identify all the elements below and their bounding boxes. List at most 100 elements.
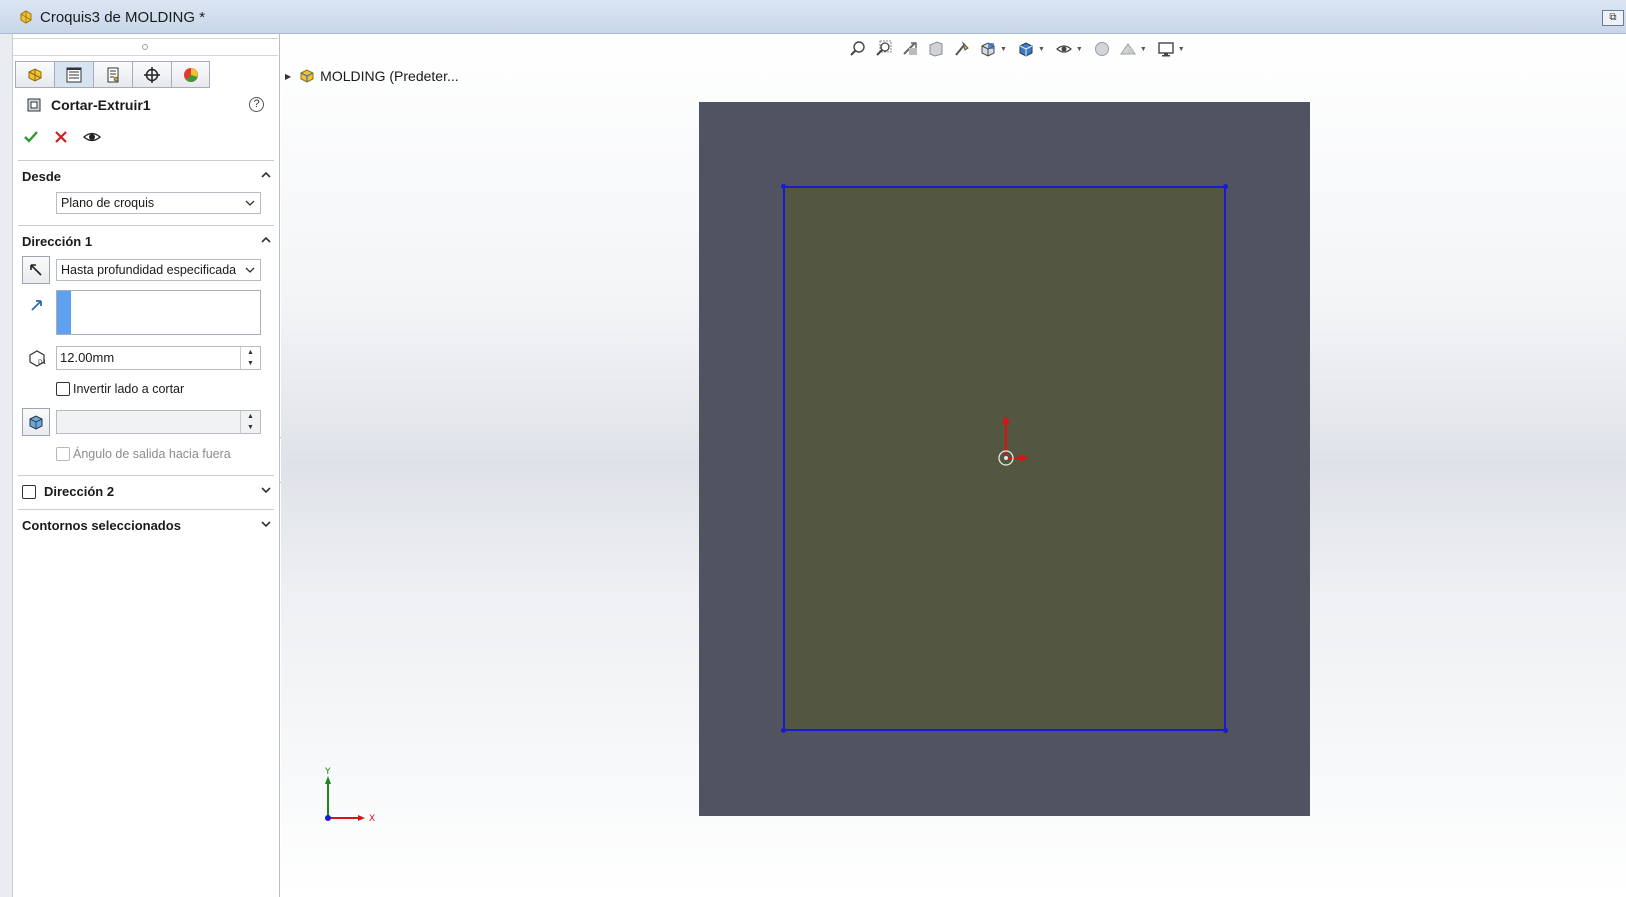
tab-configuration-manager[interactable] xyxy=(93,61,132,88)
chevron-down-icon xyxy=(245,267,255,273)
cut-extrude-icon xyxy=(27,98,41,112)
tab-property-manager[interactable] xyxy=(54,61,93,88)
display-style-button[interactable] xyxy=(1015,38,1037,60)
hide-show-icon xyxy=(1055,45,1072,53)
tab-display-manager[interactable] xyxy=(171,61,210,88)
annotation-icon xyxy=(955,41,969,56)
section-direccion2-label: Dirección 2 xyxy=(44,484,115,499)
depth-input[interactable]: 12.00mm ▲ ▼ xyxy=(56,346,261,370)
window-restore-button[interactable]: ⧉ xyxy=(1602,10,1624,26)
reverse-direction-button[interactable] xyxy=(22,256,50,284)
flip-side-checkbox[interactable]: Invertir lado a cortar xyxy=(56,382,184,396)
dynamic-annotation-button[interactable] xyxy=(951,38,973,60)
desde-select[interactable]: Plano de croquis xyxy=(56,192,261,214)
section-contornos: Contornos seleccionados xyxy=(18,509,274,543)
expand-arrow-icon[interactable]: ▶ xyxy=(285,72,291,81)
sketch-corner-point[interactable] xyxy=(781,184,786,189)
panel-splitter[interactable] xyxy=(13,38,278,56)
section-direccion2: Dirección 2 xyxy=(18,475,274,509)
dropdown-arrow-icon[interactable]: ▼ xyxy=(1178,46,1185,53)
previous-view-button[interactable] xyxy=(899,38,921,60)
tab-dimxpert-manager[interactable] xyxy=(132,61,171,88)
checkbox-box[interactable] xyxy=(56,382,70,396)
sketch-corner-point[interactable] xyxy=(781,728,786,733)
selection-focus-bar xyxy=(57,291,71,334)
part-icon xyxy=(300,69,314,83)
edit-appearance-button[interactable] xyxy=(1091,38,1113,60)
zoom-fit-icon xyxy=(850,41,865,56)
draft-outward-checkbox[interactable]: Ángulo de salida hacia fuera xyxy=(56,447,231,461)
cancel-x-icon[interactable] xyxy=(53,129,69,145)
dropdown-arrow-icon[interactable]: ▼ xyxy=(1038,46,1045,53)
view-orientation-button[interactable] xyxy=(977,38,999,60)
appearance-icon xyxy=(183,67,198,82)
dropdown-arrow-icon[interactable]: ▼ xyxy=(1000,46,1007,53)
help-icon[interactable]: ? xyxy=(249,97,264,112)
chevron-up-icon[interactable] xyxy=(260,234,272,246)
manager-tabs xyxy=(15,61,210,88)
part-icon xyxy=(20,10,32,24)
section-contornos-label: Contornos seleccionados xyxy=(22,518,181,533)
draft-angle-input[interactable]: ▲ ▼ xyxy=(56,410,261,434)
checkbox-box[interactable] xyxy=(56,447,70,461)
part-face[interactable] xyxy=(699,102,1310,816)
sketch-corner-point[interactable] xyxy=(1223,728,1228,733)
feature-tree-root[interactable]: ▶ MOLDING (Predeter... xyxy=(285,68,459,84)
spin-up-icon[interactable]: ▲ xyxy=(241,347,260,358)
chevron-down-icon xyxy=(245,200,255,206)
triad-x-label: X xyxy=(369,814,375,824)
splitter-dot xyxy=(142,44,148,50)
feature-header: Cortar-Extruir1 xyxy=(25,96,151,114)
depth-spinner[interactable]: ▲ ▼ xyxy=(240,347,260,369)
ok-check-icon[interactable] xyxy=(23,129,39,145)
triad-y-label: Y xyxy=(324,767,331,777)
sketch-corner-point[interactable] xyxy=(1223,184,1228,189)
property-manager-panel: Cortar-Extruir1 ? Desde Plano de croquis… xyxy=(13,34,280,897)
sketch-origin-icon xyxy=(998,416,1028,466)
preview-eye-icon[interactable] xyxy=(83,129,101,145)
display-style-icon xyxy=(1019,42,1033,57)
direccion2-checkbox[interactable]: Dirección 2 xyxy=(22,484,114,499)
chevron-down-icon[interactable] xyxy=(260,484,272,496)
checkbox-box[interactable] xyxy=(22,484,36,499)
direction-vector-icon xyxy=(31,300,42,311)
chevron-up-icon[interactable] xyxy=(260,169,272,181)
draft-icon xyxy=(29,415,43,430)
spin-down-icon[interactable]: ▼ xyxy=(241,358,260,369)
crosshair-icon xyxy=(144,66,160,83)
action-buttons xyxy=(23,129,101,145)
flip-side-label: Invertir lado a cortar xyxy=(73,382,185,396)
heads-up-toolbar: ▼ ▼ ▼ ▼ ▼ xyxy=(847,38,1189,60)
section-view-button[interactable] xyxy=(925,38,947,60)
apply-scene-button[interactable] xyxy=(1117,38,1139,60)
section-direccion1-label: Dirección 1 xyxy=(22,234,93,249)
left-task-strip xyxy=(0,34,13,897)
reverse-direction-icon xyxy=(30,264,42,276)
view-orientation-icon xyxy=(981,42,995,57)
direction-selection-box[interactable] xyxy=(56,290,261,335)
dropdown-arrow-icon[interactable]: ▼ xyxy=(1140,46,1147,53)
tree-root-label: MOLDING (Predeter... xyxy=(320,68,459,84)
draft-spinner[interactable]: ▲ ▼ xyxy=(240,411,260,433)
hide-show-items-button[interactable] xyxy=(1053,38,1075,60)
end-condition-select[interactable]: Hasta profundidad especificada xyxy=(56,259,261,281)
chevron-down-icon[interactable] xyxy=(260,518,272,530)
scene-icon xyxy=(1119,43,1136,55)
svg-text:D1: D1 xyxy=(38,359,47,366)
zoom-to-fit-button[interactable] xyxy=(847,38,869,60)
spin-down-icon[interactable]: ▼ xyxy=(241,422,260,433)
window-title: Croquis3 de MOLDING * xyxy=(40,9,206,26)
view-settings-button[interactable] xyxy=(1155,38,1177,60)
tab-feature-manager[interactable] xyxy=(15,61,54,88)
axis-triad-icon: Y X xyxy=(324,767,375,824)
feature-title: Cortar-Extruir1 xyxy=(51,97,151,113)
zoom-area-button[interactable] xyxy=(873,38,895,60)
draft-outward-label: Ángulo de salida hacia fuera xyxy=(73,447,231,461)
dropdown-arrow-icon[interactable]: ▼ xyxy=(1076,46,1083,53)
spin-up-icon[interactable]: ▲ xyxy=(241,411,260,422)
end-condition-value: Hasta profundidad especificada xyxy=(61,263,237,277)
feature-tree-icon xyxy=(28,67,42,82)
draft-toggle-button[interactable] xyxy=(22,408,50,436)
graphics-area[interactable]: ▼ ▼ ▼ ▼ ▼ ▶ MOLDING (Predeter... Y X xyxy=(281,34,1626,897)
zoom-area-icon xyxy=(876,40,892,56)
